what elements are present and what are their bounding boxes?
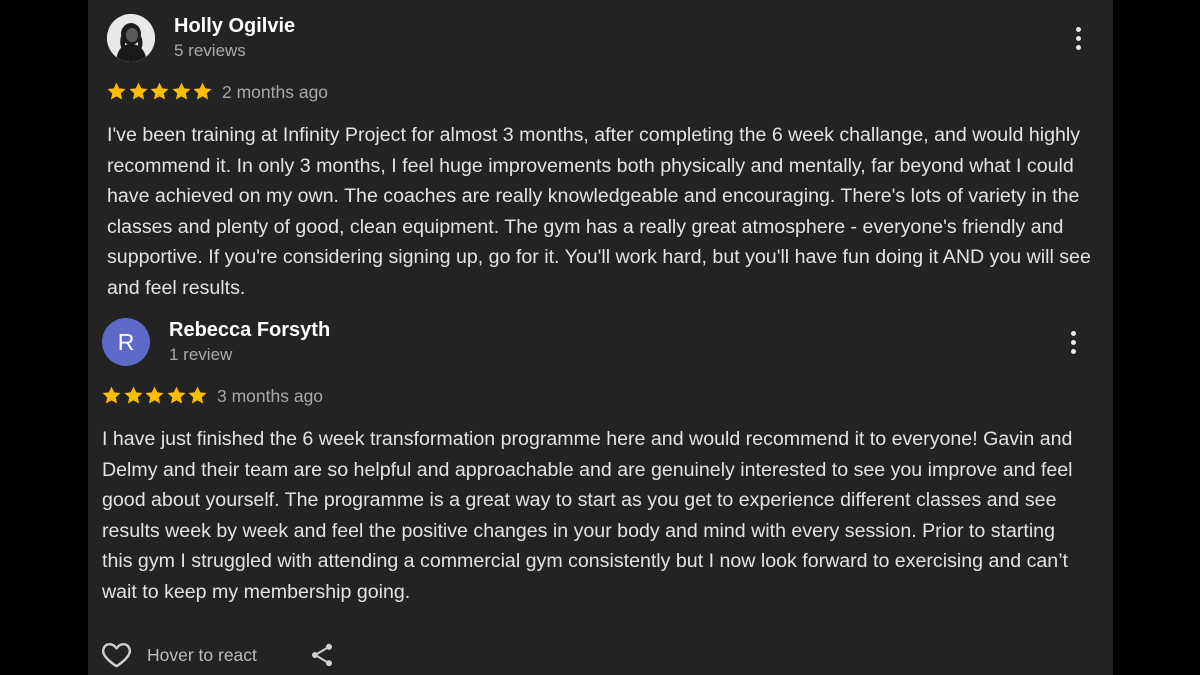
more-options-button[interactable] [1063, 326, 1083, 358]
reviewer-review-count[interactable]: 5 reviews [174, 41, 246, 61]
star-icon [107, 82, 126, 100]
reviewer-name[interactable]: Holly Ogilvie [174, 15, 295, 38]
star-icon [123, 386, 143, 404]
star-icon [166, 386, 186, 404]
reviewer-review-count[interactable]: 1 review [169, 345, 232, 365]
star-icon [150, 82, 169, 100]
star-icon [171, 82, 191, 100]
star-icon [193, 82, 212, 100]
star-icon [145, 386, 164, 404]
heart-outline-icon[interactable] [100, 638, 133, 671]
menu-dot [1075, 35, 1081, 41]
reviewer-avatar[interactable]: R [102, 318, 150, 366]
more-options-button[interactable] [1068, 22, 1088, 54]
avatar-photo-icon [107, 14, 155, 62]
share-icon[interactable] [308, 641, 336, 669]
review-text: I have just finished the 6 week transfor… [102, 428, 1073, 603]
reviews-panel: Holly Ogilvie 5 reviews 2 months ago I'v… [88, 0, 1113, 675]
star-rating [106, 81, 214, 102]
review-text: I've been training at Infinity Project f… [107, 124, 1091, 299]
review-actions: Hover to react [100, 638, 500, 672]
star-rating [101, 385, 209, 406]
star-icon [128, 82, 148, 100]
menu-dot [1075, 44, 1081, 50]
menu-dot [1075, 26, 1081, 32]
star-icon [102, 386, 121, 404]
review-time: 2 months ago [222, 82, 329, 102]
menu-dot [1070, 339, 1076, 345]
review-time: 3 months ago [217, 386, 324, 406]
star-icon [188, 386, 207, 404]
reviewer-name[interactable]: Rebecca Forsyth [169, 319, 330, 342]
menu-dot [1070, 330, 1076, 336]
menu-dot [1070, 348, 1076, 354]
react-button-label[interactable]: Hover to react [147, 645, 257, 666]
reviewer-avatar[interactable] [107, 14, 155, 62]
